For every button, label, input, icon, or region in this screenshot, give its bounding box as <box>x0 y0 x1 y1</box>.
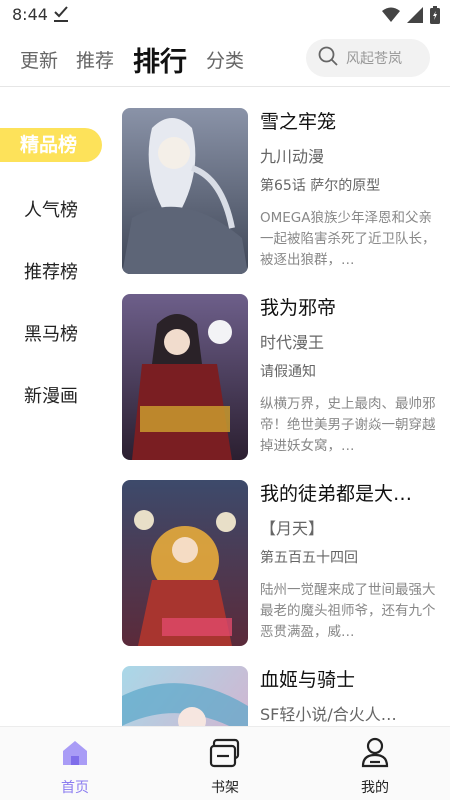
bottom-nav-home-label: 首页 <box>61 780 89 796</box>
comic-cover[interactable] <box>122 108 248 274</box>
bottom-nav-profile[interactable]: 我的 <box>335 735 415 797</box>
profile-icon <box>335 735 415 771</box>
status-icons <box>382 6 440 28</box>
comic-title: 雪之牢笼 <box>260 111 337 133</box>
comic-title: 血姬与骑士 <box>260 669 356 691</box>
bottom-nav-bookshelf[interactable]: 书架 <box>185 735 265 797</box>
search-icon <box>318 46 338 70</box>
comic-description: 陆州一觉醒来成了世间最强大最老的魔头祖师爷，还有九个恶贯满盈，威… <box>260 582 436 640</box>
comic-author: SF轻小说/合火人… <box>260 705 397 724</box>
tab-ranking[interactable]: 排行 <box>133 40 187 79</box>
comic-item[interactable]: 血姬与骑士 SF轻小说/合火人… <box>122 658 440 726</box>
status-bar: 8:44 <box>0 0 450 32</box>
comic-chapter: 第五百五十四回 <box>260 550 358 566</box>
sidebar-item-dark-horse[interactable]: 黑马榜 <box>24 320 78 346</box>
sidebar-item-new[interactable]: 新漫画 <box>24 382 78 408</box>
bottom-nav: 首页 书架 我的 <box>0 726 450 800</box>
comic-author: 九川动漫 <box>260 147 325 166</box>
sidebar-item-recommended[interactable]: 推荐榜 <box>24 258 78 284</box>
comic-list: 雪之牢笼 九川动漫 第65话 萨尔的原型 OMEGA狼族少年泽恩和父亲一起被陷害… <box>122 100 440 726</box>
search-placeholder: 风起苍岚 <box>346 51 402 67</box>
sidebar-item-premium[interactable]: 精品榜 <box>0 128 102 162</box>
tab-update[interactable]: 更新 <box>20 46 58 73</box>
comic-author: 时代漫王 <box>260 333 325 352</box>
search-input[interactable]: 风起苍岚 <box>306 39 430 77</box>
comic-author: 【月天】 <box>260 519 325 538</box>
comic-title: 我为邪帝 <box>260 297 337 319</box>
comic-chapter: 请假通知 <box>260 364 316 380</box>
comic-description: 纵横万界，史上最肉、最帅邪帝！绝世美男子谢焱一朝穿越掉进妖女窝，… <box>260 396 436 454</box>
home-icon <box>35 735 115 771</box>
comic-title: 我的徒弟都是大… <box>260 483 413 505</box>
comic-item[interactable]: 雪之牢笼 九川动漫 第65话 萨尔的原型 OMEGA狼族少年泽恩和父亲一起被陷害… <box>122 100 440 274</box>
bottom-nav-profile-label: 我的 <box>361 780 389 796</box>
top-nav: 更新 推荐 排行 分类 风起苍岚 <box>0 34 450 86</box>
comic-chapter: 第65话 萨尔的原型 <box>260 178 381 194</box>
comic-cover[interactable] <box>122 666 248 726</box>
bottom-nav-home[interactable]: 首页 <box>35 735 115 797</box>
comic-cover[interactable] <box>122 480 248 646</box>
status-time: 8:44 <box>12 5 48 24</box>
battery-icon <box>430 6 440 28</box>
bookshelf-icon <box>185 735 265 771</box>
tab-category[interactable]: 分类 <box>206 46 244 73</box>
signal-icon <box>407 7 423 27</box>
tab-recommend[interactable]: 推荐 <box>76 46 114 73</box>
sidebar-item-popular[interactable]: 人气榜 <box>24 196 78 222</box>
wifi-icon <box>382 7 400 27</box>
comic-description: OMEGA狼族少年泽恩和父亲一起被陷害杀死了近卫队长，被逐出狼群，… <box>260 210 436 268</box>
bottom-nav-bookshelf-label: 书架 <box>211 780 239 796</box>
nav-divider <box>0 86 450 87</box>
comic-item[interactable]: 我的徒弟都是大… 【月天】 第五百五十四回 陆州一觉醒来成了世间最强大最老的魔头… <box>122 472 440 646</box>
download-done-icon <box>54 5 68 27</box>
comic-item[interactable]: 我为邪帝 时代漫王 请假通知 纵横万界，史上最肉、最帅邪帝！绝世美男子谢焱一朝穿… <box>122 286 440 460</box>
comic-cover[interactable] <box>122 294 248 460</box>
